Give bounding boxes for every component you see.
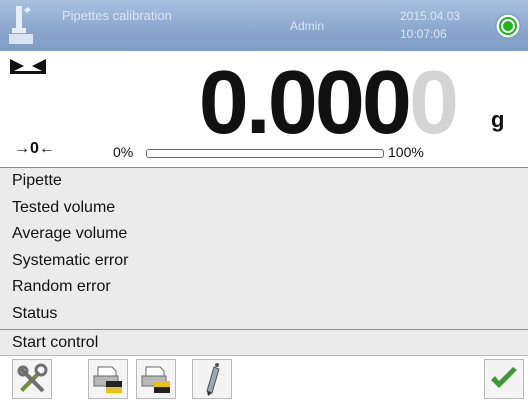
settings-button[interactable] — [12, 359, 52, 399]
info-row-tested-volume: Tested volume — [12, 198, 116, 216]
weight-reading: 0.0000 — [198, 53, 459, 153]
logged-user[interactable]: Admin — [290, 19, 324, 33]
weighing-panel: 0.0000 g →0← 0% 100% — [0, 51, 528, 168]
info-edit-button[interactable] — [192, 359, 232, 399]
printer-footer-icon — [136, 359, 176, 399]
weight-reading-main: 0.000 — [198, 53, 412, 153]
info-row-average-volume: Average volume — [12, 225, 128, 243]
date-display: 2015.04.03 — [400, 9, 461, 23]
header-bar: Pipettes calibration Admin 2015.04.03 10… — [0, 0, 528, 51]
weight-reading-last-digit: 0 — [408, 53, 459, 153]
stability-marker-icon — [10, 59, 46, 74]
bar-max-label: 100% — [388, 144, 424, 160]
zero-indicator: →0← — [14, 140, 55, 157]
start-control-button[interactable]: Start control — [0, 329, 528, 356]
tools-settings-icon — [12, 359, 52, 399]
confirm-check-icon — [484, 359, 524, 399]
bar-min-label: 0% — [113, 144, 134, 160]
confirm-button[interactable] — [484, 359, 524, 399]
app-title: Pipettes calibration — [62, 8, 172, 23]
load-bargraph — [146, 149, 384, 158]
time-display: 10:07:06 — [400, 27, 447, 41]
info-row-systematic-error: Systematic error — [12, 251, 129, 269]
printer-header-icon — [88, 359, 128, 399]
weight-unit[interactable]: g — [491, 107, 504, 133]
print-footer-button[interactable] — [136, 359, 176, 399]
info-row-pipette: Pipette — [12, 172, 62, 189]
info-row-random-error: Random error — [12, 278, 111, 296]
info-pen-icon — [192, 359, 232, 399]
balance-logo-icon[interactable] — [6, 4, 40, 48]
print-header-button[interactable] — [88, 359, 128, 399]
info-row-status: Status — [12, 304, 58, 322]
green-status-icon[interactable] — [495, 13, 521, 39]
bottom-toolbar — [0, 356, 528, 401]
info-list: Pipette Tested volume Average volume Sys… — [0, 168, 528, 329]
